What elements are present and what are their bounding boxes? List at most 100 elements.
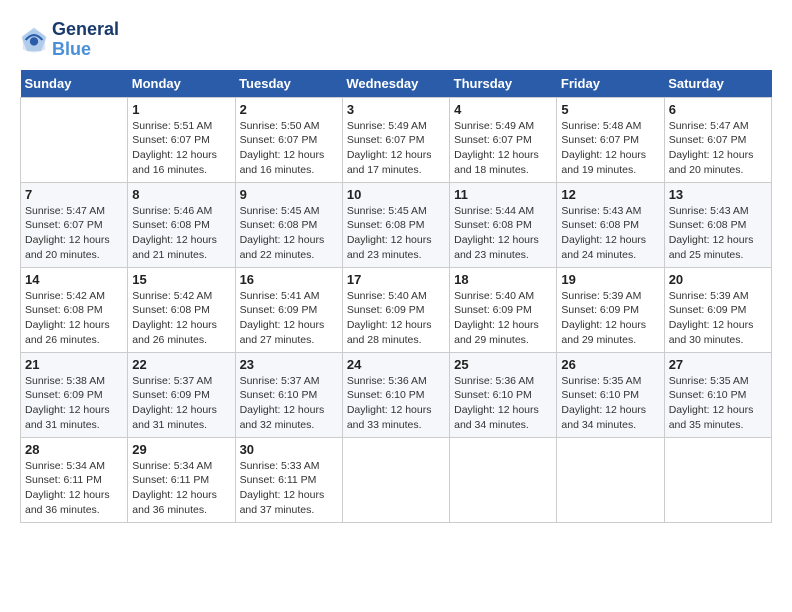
daylight-label: Daylight: 12 hours and 21 minutes. <box>132 234 217 261</box>
sunrise-label: Sunrise: 5:35 AM <box>669 375 749 387</box>
day-number: 22 <box>132 357 230 372</box>
sunset-label: Sunset: 6:07 PM <box>240 134 318 146</box>
day-number: 3 <box>347 102 445 117</box>
sunset-label: Sunset: 6:11 PM <box>132 474 209 486</box>
week-row: 1 Sunrise: 5:51 AM Sunset: 6:07 PM Dayli… <box>21 97 772 182</box>
calendar-cell: 16 Sunrise: 5:41 AM Sunset: 6:09 PM Dayl… <box>235 267 342 352</box>
sunset-label: Sunset: 6:09 PM <box>561 304 639 316</box>
day-info: Sunrise: 5:40 AM Sunset: 6:09 PM Dayligh… <box>347 289 445 348</box>
sunset-label: Sunset: 6:10 PM <box>454 389 532 401</box>
sunrise-label: Sunrise: 5:39 AM <box>669 290 749 302</box>
calendar-cell: 5 Sunrise: 5:48 AM Sunset: 6:07 PM Dayli… <box>557 97 664 182</box>
sunset-label: Sunset: 6:10 PM <box>561 389 639 401</box>
day-info: Sunrise: 5:37 AM Sunset: 6:10 PM Dayligh… <box>240 374 338 433</box>
sunrise-label: Sunrise: 5:37 AM <box>132 375 212 387</box>
calendar-cell: 8 Sunrise: 5:46 AM Sunset: 6:08 PM Dayli… <box>128 182 235 267</box>
day-info: Sunrise: 5:40 AM Sunset: 6:09 PM Dayligh… <box>454 289 552 348</box>
daylight-label: Daylight: 12 hours and 20 minutes. <box>25 234 110 261</box>
calendar-cell: 14 Sunrise: 5:42 AM Sunset: 6:08 PM Dayl… <box>21 267 128 352</box>
daylight-label: Daylight: 12 hours and 31 minutes. <box>132 404 217 431</box>
calendar-cell: 20 Sunrise: 5:39 AM Sunset: 6:09 PM Dayl… <box>664 267 771 352</box>
weekday-header: Tuesday <box>235 70 342 98</box>
day-number: 12 <box>561 187 659 202</box>
sunrise-label: Sunrise: 5:44 AM <box>454 205 534 217</box>
day-info: Sunrise: 5:39 AM Sunset: 6:09 PM Dayligh… <box>561 289 659 348</box>
daylight-label: Daylight: 12 hours and 22 minutes. <box>240 234 325 261</box>
sunset-label: Sunset: 6:08 PM <box>132 304 210 316</box>
day-info: Sunrise: 5:42 AM Sunset: 6:08 PM Dayligh… <box>25 289 123 348</box>
weekday-header: Thursday <box>450 70 557 98</box>
day-info: Sunrise: 5:49 AM Sunset: 6:07 PM Dayligh… <box>454 119 552 178</box>
sunrise-label: Sunrise: 5:46 AM <box>132 205 212 217</box>
day-info: Sunrise: 5:44 AM Sunset: 6:08 PM Dayligh… <box>454 204 552 263</box>
sunrise-label: Sunrise: 5:49 AM <box>347 120 427 132</box>
sunrise-label: Sunrise: 5:39 AM <box>561 290 641 302</box>
calendar-cell: 30 Sunrise: 5:33 AM Sunset: 6:11 PM Dayl… <box>235 437 342 522</box>
calendar-cell <box>664 437 771 522</box>
day-info: Sunrise: 5:43 AM Sunset: 6:08 PM Dayligh… <box>669 204 767 263</box>
calendar-cell <box>342 437 449 522</box>
week-row: 28 Sunrise: 5:34 AM Sunset: 6:11 PM Dayl… <box>21 437 772 522</box>
day-number: 27 <box>669 357 767 372</box>
sunset-label: Sunset: 6:08 PM <box>25 304 103 316</box>
daylight-label: Daylight: 12 hours and 24 minutes. <box>561 234 646 261</box>
sunrise-label: Sunrise: 5:37 AM <box>240 375 320 387</box>
sunrise-label: Sunrise: 5:43 AM <box>669 205 749 217</box>
weekday-header: Monday <box>128 70 235 98</box>
day-info: Sunrise: 5:36 AM Sunset: 6:10 PM Dayligh… <box>454 374 552 433</box>
sunset-label: Sunset: 6:09 PM <box>132 389 210 401</box>
day-info: Sunrise: 5:48 AM Sunset: 6:07 PM Dayligh… <box>561 119 659 178</box>
week-row: 21 Sunrise: 5:38 AM Sunset: 6:09 PM Dayl… <box>21 352 772 437</box>
day-number: 2 <box>240 102 338 117</box>
daylight-label: Daylight: 12 hours and 36 minutes. <box>132 489 217 516</box>
sunrise-label: Sunrise: 5:49 AM <box>454 120 534 132</box>
calendar-cell: 7 Sunrise: 5:47 AM Sunset: 6:07 PM Dayli… <box>21 182 128 267</box>
day-number: 16 <box>240 272 338 287</box>
daylight-label: Daylight: 12 hours and 19 minutes. <box>561 149 646 176</box>
day-number: 11 <box>454 187 552 202</box>
calendar-cell: 1 Sunrise: 5:51 AM Sunset: 6:07 PM Dayli… <box>128 97 235 182</box>
daylight-label: Daylight: 12 hours and 23 minutes. <box>347 234 432 261</box>
weekday-header: Friday <box>557 70 664 98</box>
sunset-label: Sunset: 6:10 PM <box>669 389 747 401</box>
sunset-label: Sunset: 6:08 PM <box>561 219 639 231</box>
daylight-label: Daylight: 12 hours and 25 minutes. <box>669 234 754 261</box>
calendar-cell: 26 Sunrise: 5:35 AM Sunset: 6:10 PM Dayl… <box>557 352 664 437</box>
day-number: 15 <box>132 272 230 287</box>
daylight-label: Daylight: 12 hours and 32 minutes. <box>240 404 325 431</box>
calendar-cell: 29 Sunrise: 5:34 AM Sunset: 6:11 PM Dayl… <box>128 437 235 522</box>
day-number: 25 <box>454 357 552 372</box>
logo-text: General Blue <box>52 20 119 60</box>
day-number: 23 <box>240 357 338 372</box>
day-number: 18 <box>454 272 552 287</box>
sunrise-label: Sunrise: 5:40 AM <box>454 290 534 302</box>
sunset-label: Sunset: 6:07 PM <box>25 219 103 231</box>
day-info: Sunrise: 5:50 AM Sunset: 6:07 PM Dayligh… <box>240 119 338 178</box>
weekday-header: Wednesday <box>342 70 449 98</box>
sunset-label: Sunset: 6:09 PM <box>347 304 425 316</box>
calendar-cell: 23 Sunrise: 5:37 AM Sunset: 6:10 PM Dayl… <box>235 352 342 437</box>
daylight-label: Daylight: 12 hours and 26 minutes. <box>132 319 217 346</box>
day-info: Sunrise: 5:43 AM Sunset: 6:08 PM Dayligh… <box>561 204 659 263</box>
day-info: Sunrise: 5:47 AM Sunset: 6:07 PM Dayligh… <box>25 204 123 263</box>
day-info: Sunrise: 5:39 AM Sunset: 6:09 PM Dayligh… <box>669 289 767 348</box>
sunset-label: Sunset: 6:08 PM <box>132 219 210 231</box>
day-info: Sunrise: 5:45 AM Sunset: 6:08 PM Dayligh… <box>240 204 338 263</box>
day-number: 13 <box>669 187 767 202</box>
day-number: 14 <box>25 272 123 287</box>
daylight-label: Daylight: 12 hours and 34 minutes. <box>561 404 646 431</box>
sunset-label: Sunset: 6:08 PM <box>454 219 532 231</box>
day-info: Sunrise: 5:42 AM Sunset: 6:08 PM Dayligh… <box>132 289 230 348</box>
day-info: Sunrise: 5:38 AM Sunset: 6:09 PM Dayligh… <box>25 374 123 433</box>
calendar-cell: 21 Sunrise: 5:38 AM Sunset: 6:09 PM Dayl… <box>21 352 128 437</box>
sunrise-label: Sunrise: 5:45 AM <box>347 205 427 217</box>
day-info: Sunrise: 5:34 AM Sunset: 6:11 PM Dayligh… <box>25 459 123 518</box>
calendar-cell: 6 Sunrise: 5:47 AM Sunset: 6:07 PM Dayli… <box>664 97 771 182</box>
day-number: 8 <box>132 187 230 202</box>
sunset-label: Sunset: 6:08 PM <box>669 219 747 231</box>
daylight-label: Daylight: 12 hours and 34 minutes. <box>454 404 539 431</box>
day-number: 28 <box>25 442 123 457</box>
page-header: General Blue <box>20 20 772 60</box>
sunset-label: Sunset: 6:10 PM <box>240 389 318 401</box>
daylight-label: Daylight: 12 hours and 33 minutes. <box>347 404 432 431</box>
